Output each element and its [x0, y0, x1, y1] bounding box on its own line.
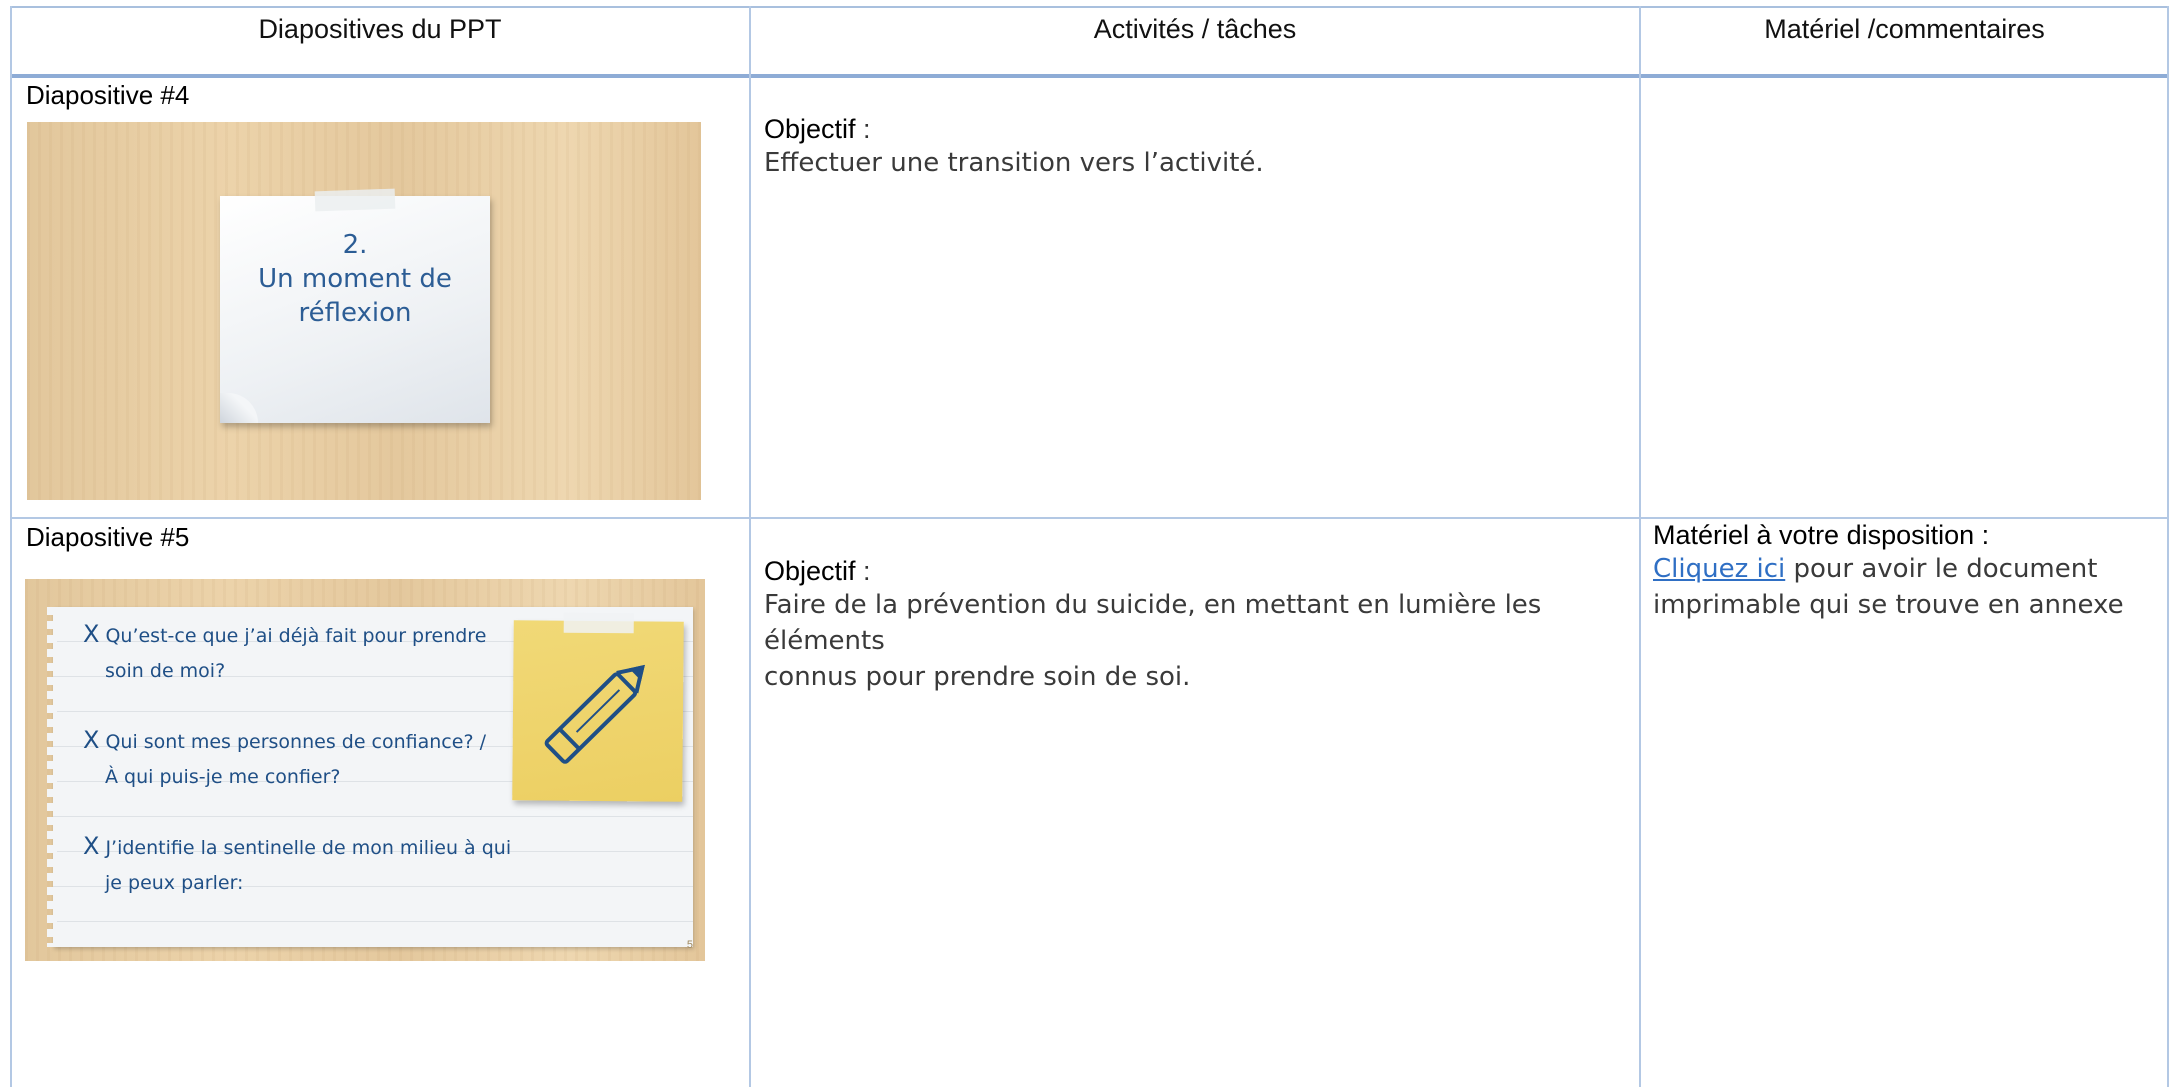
slide-4-title-line1: Un moment de: [258, 264, 452, 294]
header-material: Matériel /commentaires: [1764, 14, 2045, 44]
objective-label: Objectif: [764, 114, 856, 144]
header-activities: Activités / tâches: [1093, 14, 1297, 44]
slide-4-note: 2. Un moment de réflexion: [220, 188, 490, 423]
grid-line-col1: [749, 6, 751, 1087]
slide-4-number: 2.: [342, 230, 368, 260]
grid-line-left: [10, 6, 12, 1087]
slide-4-title-line2: réflexion: [298, 298, 412, 328]
header-divider: [10, 74, 2169, 78]
pencil-icon: [544, 664, 645, 764]
check-x-icon: X: [83, 832, 100, 860]
objective-text-line1: Faire de la prévention du suicide, en me…: [764, 590, 1542, 656]
slide-5-page-number: 5: [686, 939, 693, 951]
check-x-icon: X: [83, 726, 100, 754]
table-header-row: Diapositives du PPT Activités / tâches M…: [10, 6, 2169, 76]
slide-4-thumbnail: 2. Un moment de réflexion: [27, 122, 701, 500]
slide-5-thumbnail: X Qu’est-ce que j’ai déjà fait pour prend…: [25, 579, 705, 961]
grid-line-col2: [1639, 6, 1641, 1087]
lesson-plan-table: Diapositives du PPT Activités / tâches M…: [10, 6, 2169, 1087]
document-link[interactable]: Cliquez ici: [1653, 554, 1785, 584]
material-text-line2: imprimable qui se trouve en annexe: [1653, 590, 2124, 620]
grid-line-right: [2167, 6, 2169, 1087]
row4-activity-cell: Objectif : Effectuer une transition vers…: [764, 114, 1624, 181]
material-title: Matériel à votre disposition :: [1653, 520, 1990, 550]
slide-5-item-1: X Qu’est-ce que j’ai déjà fait pour prend…: [83, 620, 487, 682]
slide-4-label: Diapositive #4: [26, 80, 190, 110]
objective-text: Effectuer une transition vers l’activité…: [764, 148, 1264, 178]
slide-5-item-3: X J’identifie la sentinelle de mon milieu…: [83, 832, 512, 894]
row5-material-cell: Matériel à votre disposition : Cliquez i…: [1653, 520, 2163, 623]
slide-5-label: Diapositive #5: [26, 522, 190, 552]
check-x-icon: X: [83, 620, 100, 648]
row-divider: [10, 517, 2169, 519]
slide-5-sticky-note: [512, 612, 684, 802]
row5-activity-cell: Objectif : Faire de la prévention du sui…: [764, 556, 1624, 695]
material-text-line1: pour avoir le document: [1785, 554, 2098, 584]
header-slides: Diapositives du PPT: [258, 14, 502, 44]
slide-5-item-2: X Qui sont mes personnes de confiance? / …: [83, 726, 486, 788]
objective-label: Objectif: [764, 556, 856, 586]
objective-text-line2: connus pour prendre soin de soi.: [764, 662, 1191, 692]
